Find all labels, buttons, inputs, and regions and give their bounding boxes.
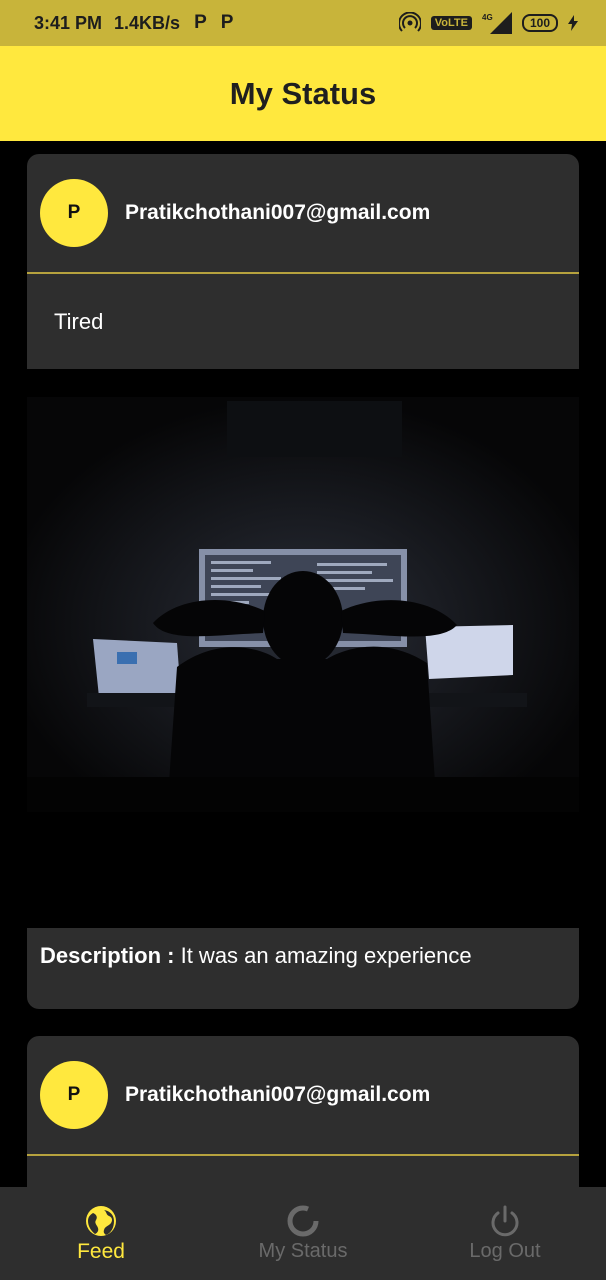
clock: 3:41 PM xyxy=(34,12,103,33)
post-status-text: Tired xyxy=(54,308,104,334)
power-icon xyxy=(491,1205,519,1237)
nav-label-my-status: My Status xyxy=(258,1240,348,1262)
post-author-email: Pratikchothani007@gmail.com xyxy=(125,1083,431,1106)
system-status-bar: 3:41 PM 1.4KB/s P P VoLTE 4G 100 xyxy=(0,0,606,46)
network-speed: 1.4KB/s xyxy=(114,12,181,33)
nav-item-my-status[interactable]: My Status xyxy=(202,1187,404,1280)
post-description: Description : It was an amazing experien… xyxy=(27,928,579,1009)
battery-indicator: 100 xyxy=(521,14,558,32)
nav-label-feed: Feed xyxy=(77,1239,125,1263)
globe-icon xyxy=(86,1205,116,1236)
volte-badge: VoLTE xyxy=(430,16,472,30)
signal-icon: 4G xyxy=(482,12,512,34)
post-header: P Pratikchothani007@gmail.com xyxy=(27,1036,579,1156)
app-bar: My Status xyxy=(0,46,606,141)
post-image[interactable] xyxy=(27,397,579,812)
hotspot-icon xyxy=(398,12,421,32)
parking-notification-icon: P xyxy=(194,12,207,33)
status-bar-right: VoLTE 4G 100 xyxy=(398,12,578,34)
status-bar-left: 3:41 PM 1.4KB/s P P xyxy=(34,12,233,34)
charging-icon xyxy=(568,15,578,31)
avatar-letter: P xyxy=(67,202,81,223)
avatar[interactable]: P xyxy=(40,179,108,247)
post-card: P Pratikchothani007@gmail.com xyxy=(27,1036,579,1196)
bottom-navigation: Feed My Status Log Out xyxy=(0,1187,606,1280)
network-type: 4G xyxy=(482,13,493,22)
post-header: P Pratikchothani007@gmail.com xyxy=(27,154,579,274)
description-label: Description : xyxy=(40,943,175,968)
nav-item-feed[interactable]: Feed xyxy=(0,1187,202,1280)
description-text: It was an amazing experience xyxy=(180,943,472,968)
avatar-letter: P xyxy=(67,1084,81,1105)
post-author-email: Pratikchothani007@gmail.com xyxy=(125,201,431,224)
nav-label-log-out: Log Out xyxy=(469,1240,541,1262)
post-status: Tired xyxy=(27,274,579,369)
avatar[interactable]: P xyxy=(40,1061,108,1129)
app-screen: 3:41 PM 1.4KB/s P P VoLTE 4G 100 My Stat… xyxy=(0,0,606,1280)
nav-item-log-out[interactable]: Log Out xyxy=(404,1187,606,1280)
parking-notification-icon: P xyxy=(220,12,234,33)
post-card: P Pratikchothani007@gmail.com Tired xyxy=(27,154,579,369)
person-at-computer-photo xyxy=(27,397,579,812)
loading-circle-icon xyxy=(287,1205,319,1237)
page-title: My Status xyxy=(229,75,377,111)
